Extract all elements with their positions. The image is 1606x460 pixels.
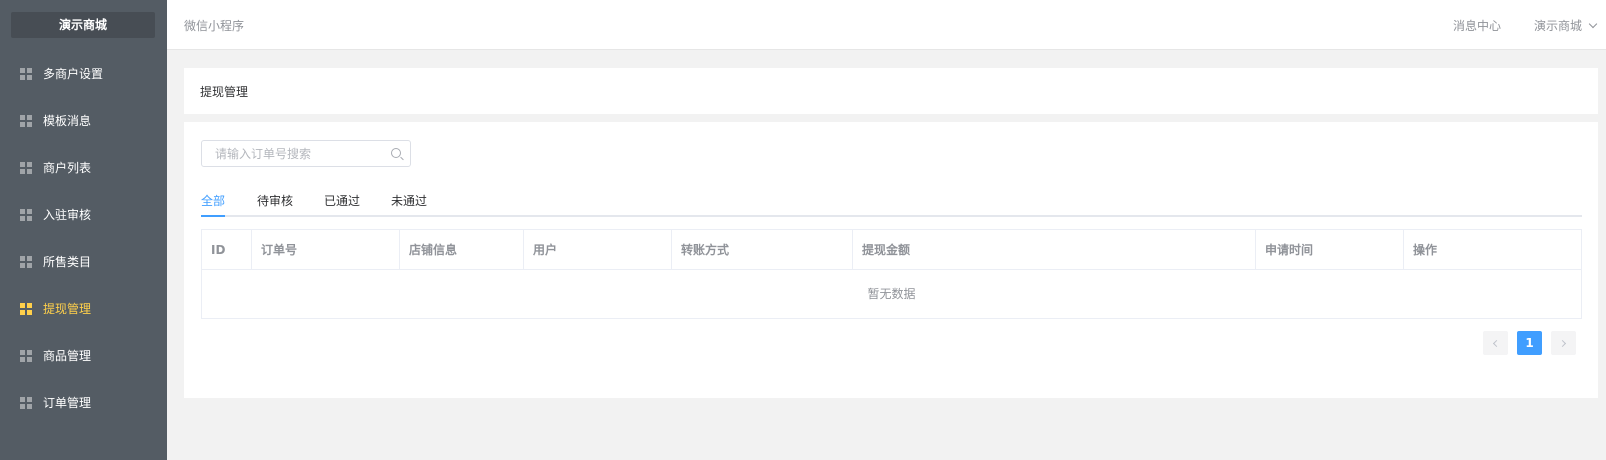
user-name: 演示商城 [1534,19,1583,33]
sidebar-item-label: 所售类目 [43,255,92,269]
column-header-id: ID [202,230,252,270]
column-header-apply-time: 申请时间 [1256,230,1404,270]
search-input[interactable] [202,141,382,166]
table-header: ID 订单号 店铺信息 用户 转账方式 提现金额 申请时间 操作 [202,230,1581,270]
grid-icon [20,396,32,409]
column-header-store-info: 店铺信息 [400,230,524,270]
search-box [201,140,411,167]
grid-icon [20,161,32,174]
active-tab-indicator [201,215,225,217]
sidebar-item-orders[interactable]: 订单管理 [0,379,167,426]
tab-all[interactable]: 全部 [201,192,225,209]
sidebar-item-label: 商品管理 [43,349,92,363]
sidebar: 演示商城 多商户设置 模板消息 商户列表 入驻审核 所售类目 提现管理 商品管理 [0,0,167,460]
tab-pending[interactable]: 待审核 [257,192,293,209]
app-title: 微信小程序 [184,19,245,33]
sidebar-item-label: 商户列表 [43,161,92,175]
grid-icon [20,208,32,221]
search-icon[interactable] [391,148,401,158]
pagination: 1 [1483,331,1576,355]
empty-state: 暂无数据 [867,287,916,301]
sidebar-item-categories[interactable]: 所售类目 [0,238,167,285]
page-title: 提现管理 [200,85,249,99]
page-number-button[interactable]: 1 [1517,331,1542,355]
top-header: 微信小程序 消息中心 演示商城 [167,0,1606,50]
sidebar-nav: 多商户设置 模板消息 商户列表 入驻审核 所售类目 提现管理 商品管理 订单管理 [0,50,167,426]
prev-page-button[interactable] [1483,331,1508,355]
next-page-button[interactable] [1551,331,1576,355]
grid-icon [20,67,32,80]
tab-rejected[interactable]: 未通过 [391,192,427,209]
user-dropdown[interactable]: 演示商城 [1534,17,1598,34]
sidebar-item-merchant-list[interactable]: 商户列表 [0,144,167,191]
sidebar-item-label: 提现管理 [43,302,92,316]
grid-icon [20,302,32,315]
message-center-link[interactable]: 消息中心 [1453,17,1501,34]
chevron-down-icon [1588,19,1598,28]
sidebar-item-label: 入驻审核 [43,208,92,222]
column-header-transfer-method: 转账方式 [672,230,853,270]
status-tabs: 全部 待审核 已通过 未通过 [201,189,1582,217]
sidebar-item-template-messages[interactable]: 模板消息 [0,97,167,144]
sidebar-item-entry-review[interactable]: 入驻审核 [0,191,167,238]
content-card: 全部 待审核 已通过 未通过 ID 订单号 店铺信息 用户 转账方式 提现金额 … [184,122,1598,398]
sidebar-item-label: 多商户设置 [43,67,104,81]
grid-icon [20,349,32,362]
sidebar-item-products[interactable]: 商品管理 [0,332,167,379]
grid-icon [20,114,32,127]
withdrawal-table: ID 订单号 店铺信息 用户 转账方式 提现金额 申请时间 操作 暂无数据 [201,229,1582,319]
sidebar-item-withdrawal[interactable]: 提现管理 [0,285,167,332]
sidebar-item-label: 模板消息 [43,114,92,128]
chevron-left-icon [1492,339,1501,347]
column-header-order-no: 订单号 [252,230,400,270]
column-header-actions: 操作 [1413,243,1438,257]
sidebar-item-merchant-settings[interactable]: 多商户设置 [0,50,167,97]
tab-approved[interactable]: 已通过 [324,192,360,209]
grid-icon [20,255,32,268]
column-header-user: 用户 [524,230,672,270]
page-header-card: 提现管理 [184,68,1598,114]
brand-logo[interactable]: 演示商城 [11,12,155,38]
sidebar-item-label: 订单管理 [43,396,92,410]
chevron-right-icon [1558,339,1567,347]
column-header-amount: 提现金额 [853,230,1256,270]
